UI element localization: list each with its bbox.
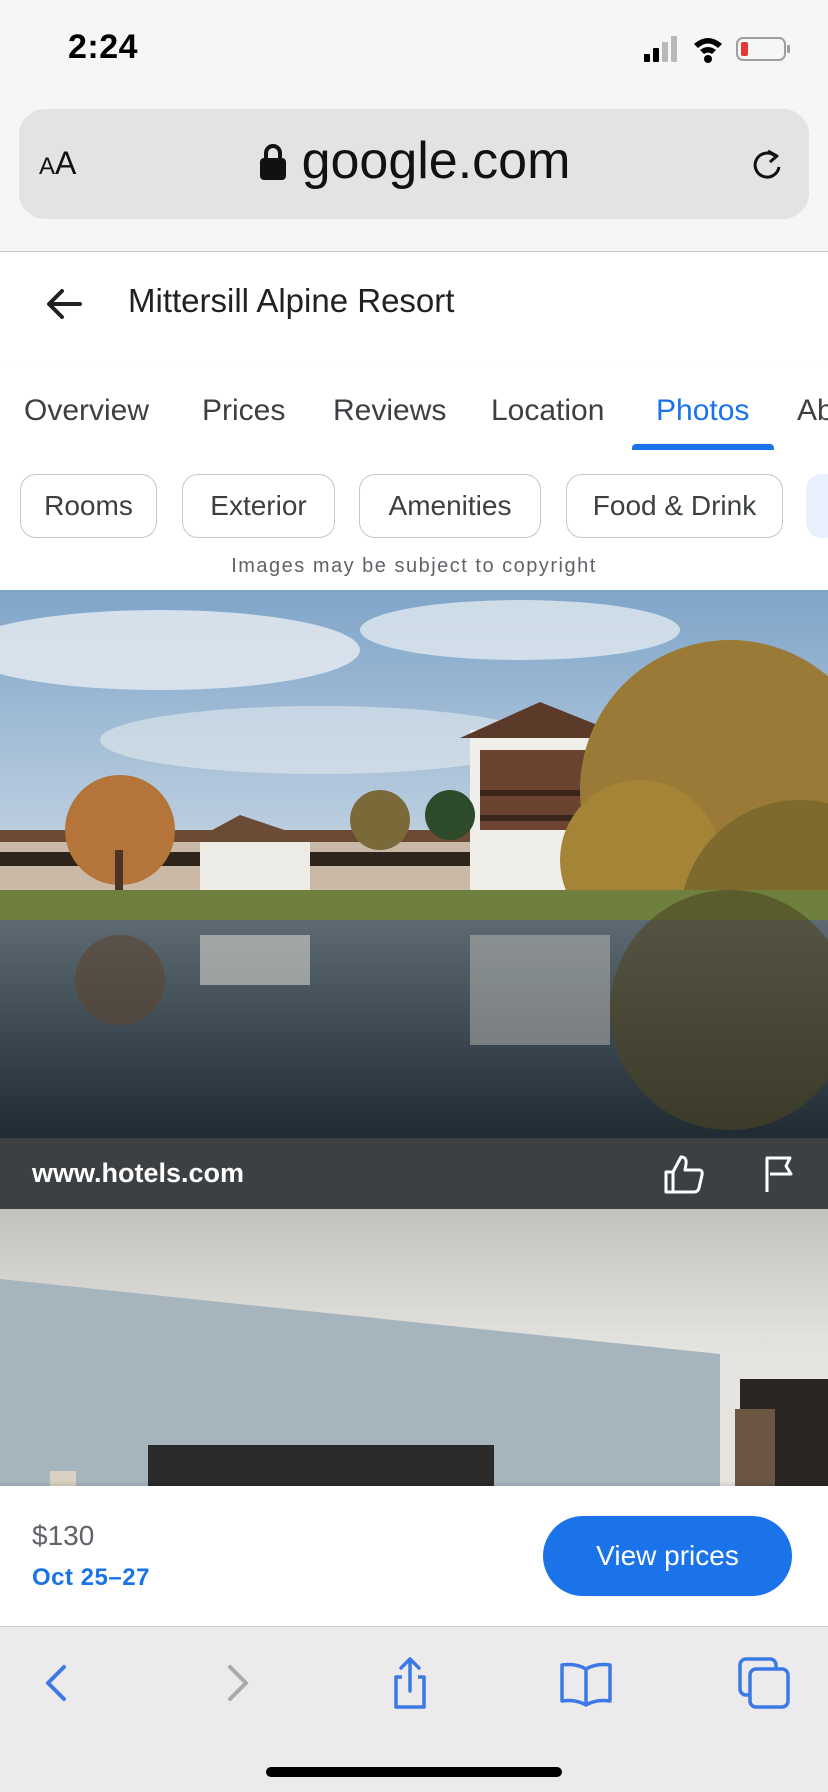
room-interior-photo[interactable] bbox=[0, 1209, 828, 1486]
bookmarks-icon[interactable] bbox=[558, 1655, 614, 1711]
battery-low-icon bbox=[736, 37, 790, 61]
status-bar: 2:24 bbox=[0, 0, 828, 100]
lock-icon bbox=[259, 144, 286, 180]
tab-photos[interactable]: Photos bbox=[656, 394, 749, 428]
tab-prices[interactable]: Prices bbox=[202, 394, 285, 428]
status-time: 2:24 bbox=[68, 28, 139, 66]
wifi-icon bbox=[694, 38, 722, 63]
tabs-icon[interactable] bbox=[736, 1655, 792, 1711]
flag-icon[interactable] bbox=[760, 1154, 800, 1194]
chip-next-partial[interactable] bbox=[806, 474, 828, 538]
tab-reviews[interactable]: Reviews bbox=[333, 394, 446, 428]
tab-location[interactable]: Location bbox=[491, 394, 604, 428]
stay-dates[interactable]: Oct 25–27 bbox=[32, 1564, 150, 1592]
page-title: Mittersill Alpine Resort bbox=[128, 282, 455, 319]
chip-rooms[interactable]: Rooms bbox=[20, 474, 157, 538]
photo-source-link[interactable]: www.hotels.com bbox=[32, 1158, 244, 1189]
address-bar[interactable]: AA google.com bbox=[19, 109, 809, 219]
chip-food-drink[interactable]: Food & Drink bbox=[566, 474, 783, 538]
chip-amenities[interactable]: Amenities bbox=[359, 474, 541, 538]
resort-exterior-photo[interactable] bbox=[0, 590, 828, 1138]
active-tab-indicator bbox=[632, 444, 774, 450]
browser-toolbar bbox=[0, 1626, 828, 1792]
price-footer: $130 Oct 25–27 View prices bbox=[0, 1486, 828, 1626]
tab-about[interactable]: Ab bbox=[797, 394, 828, 428]
url-display[interactable]: google.com bbox=[19, 131, 809, 191]
photo-caption-bar: www.hotels.com bbox=[0, 1138, 828, 1209]
signal-icon bbox=[644, 36, 677, 62]
chip-exterior[interactable]: Exterior bbox=[182, 474, 335, 538]
view-prices-button[interactable]: View prices bbox=[543, 1516, 792, 1596]
forward-icon[interactable] bbox=[208, 1655, 264, 1711]
url-domain: google.com bbox=[301, 132, 571, 190]
browser-top-bar: AA google.com bbox=[0, 100, 828, 252]
thumbs-up-icon[interactable] bbox=[662, 1152, 706, 1196]
arrow-back-icon[interactable] bbox=[42, 282, 86, 326]
home-indicator[interactable] bbox=[266, 1767, 562, 1777]
photo-filter-chips: Rooms Exterior Amenities Food & Drink bbox=[0, 452, 828, 542]
status-icons bbox=[644, 36, 790, 63]
reload-icon[interactable] bbox=[749, 147, 785, 183]
share-icon[interactable] bbox=[382, 1655, 438, 1711]
app-header: Mittersill Alpine Resort bbox=[0, 252, 828, 364]
tab-bar: Overview Prices Reviews Location Photos … bbox=[0, 364, 828, 452]
copyright-notice: Images may be subject to copyright bbox=[231, 555, 597, 577]
tab-overview[interactable]: Overview bbox=[24, 394, 149, 428]
nightly-price: $130 bbox=[32, 1520, 95, 1551]
back-icon[interactable] bbox=[30, 1655, 86, 1711]
